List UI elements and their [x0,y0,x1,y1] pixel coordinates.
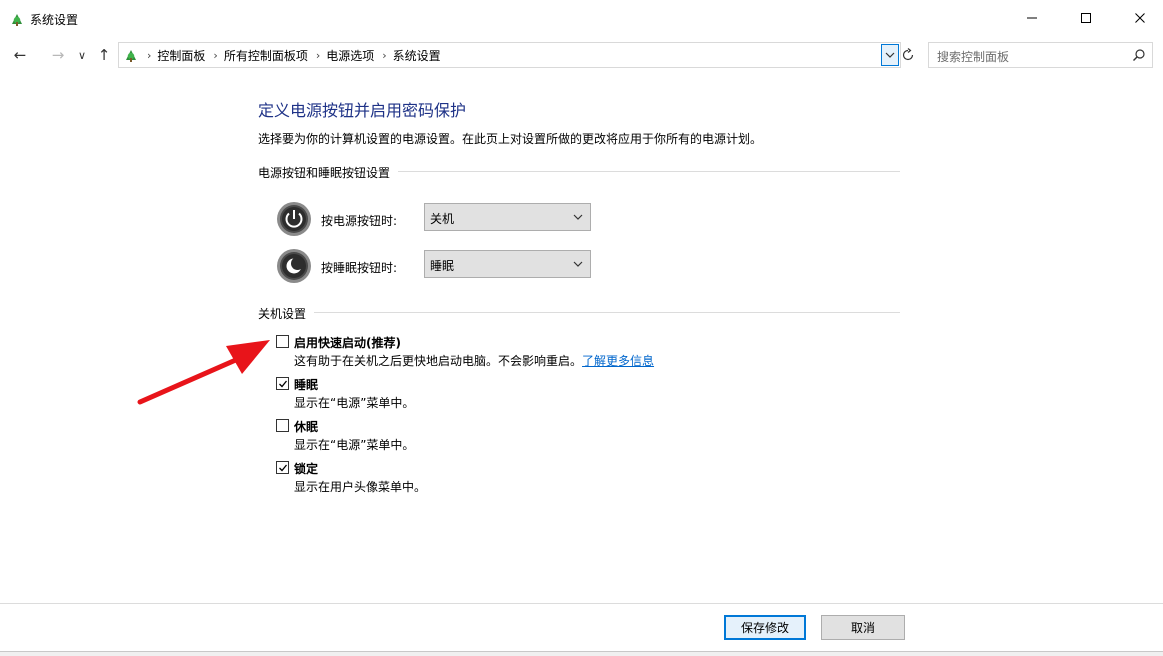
chevron-down-icon: ∨ [77,48,87,62]
breadcrumb-item-power-options[interactable]: 电源选项 [326,47,374,64]
shutdown-group-title: 关机设置 [258,305,315,322]
minimize-icon [1027,17,1037,19]
power-buttons-group-title: 电源按钮和睡眠按钮设置 [258,164,399,181]
minimize-button[interactable] [1009,0,1055,36]
breadcrumb: › 控制面板 › 所有控制面板项 › 电源选项 › 系统设置 [119,43,441,67]
maximize-icon [1081,13,1091,23]
power-button-action-select[interactable]: 关机 [424,203,591,231]
lock-option-desc: 显示在用户头像菜单中。 [294,480,427,494]
breadcrumb-separator-icon: › [147,48,152,62]
power-button-label: 按电源按钮时: [321,214,398,228]
close-icon [1135,13,1145,23]
control-panel-icon [126,50,136,62]
sleep-button-action-value: 睡眠 [430,259,455,273]
forward-arrow-icon: → [51,46,65,64]
breadcrumb-item-control-panel[interactable]: 控制面板 [157,47,205,64]
sleep-button-action-select[interactable]: 睡眠 [424,250,591,278]
footer-divider [0,603,1163,604]
fast-startup-label: 启用快速启动(推荐) [294,336,401,350]
sleep-checkbox[interactable] [276,377,289,390]
fast-startup-desc: 这有助于在关机之后更快地启动电脑。不会影响重启。了解更多信息 [294,352,654,369]
search-placeholder: 搜索控制面板 [937,50,1010,64]
maximize-button[interactable] [1063,0,1109,36]
up-arrow-icon: ↑ [97,46,111,64]
annotation-arrow-icon [137,340,270,405]
sleep-button-icon [277,249,311,283]
window-title: 系统设置 [30,13,79,27]
cancel-button[interactable]: 取消 [821,615,905,640]
fast-startup-desc-text: 这有助于在关机之后更快地启动电脑。不会影响重启。 [294,354,583,368]
search-icon [1133,49,1145,61]
checkmark-icon [279,380,288,388]
address-bar[interactable]: › 控制面板 › 所有控制面板项 › 电源选项 › 系统设置 [118,42,901,68]
address-dropdown-button[interactable] [881,44,899,66]
learn-more-link[interactable]: 了解更多信息 [582,354,654,368]
forward-button[interactable]: → [48,45,68,65]
recent-locations-button[interactable]: ∨ [72,45,92,65]
group-divider [258,312,900,313]
power-button-action-value: 关机 [430,212,455,226]
chevron-down-icon [573,261,583,267]
checkmark-icon [279,464,288,472]
back-button[interactable]: ← [10,45,30,65]
hibernate-option-desc: 显示在“电源”菜单中。 [294,438,415,452]
search-input[interactable]: 搜索控制面板 [928,42,1153,68]
page-title: 定义电源按钮并启用密码保护 [258,101,467,120]
fast-startup-checkbox[interactable] [276,335,289,348]
breadcrumb-item-all-items[interactable]: 所有控制面板项 [224,47,308,64]
lock-option-label: 锁定 [294,462,319,476]
breadcrumb-item-system-settings[interactable]: 系统设置 [393,47,441,64]
window-bottom-edge [0,651,1163,656]
breadcrumb-separator-icon: › [315,48,321,62]
save-changes-button[interactable]: 保存修改 [724,615,806,640]
page-description: 选择要为你的计算机设置的电源设置。在此页上对设置所做的更改将应用于你所有的电源计… [258,132,763,146]
lock-checkbox[interactable] [276,461,289,474]
refresh-button[interactable] [899,46,917,64]
breadcrumb-separator-icon: › [213,48,218,62]
hibernate-checkbox[interactable] [276,419,289,432]
sleep-option-label: 睡眠 [294,378,319,392]
power-button-icon [277,202,311,236]
refresh-icon [902,48,914,61]
hibernate-option-label: 休眠 [294,420,319,434]
chevron-down-icon [885,52,895,58]
sleep-button-label: 按睡眠按钮时: [321,261,398,275]
close-button[interactable] [1117,0,1163,36]
breadcrumb-separator-icon: › [382,48,387,62]
sleep-option-desc: 显示在“电源”菜单中。 [294,396,415,410]
up-button[interactable]: ↑ [94,45,114,65]
chevron-down-icon [573,214,583,220]
power-options-app-icon [12,14,22,26]
back-arrow-icon: ← [13,46,27,64]
title-bar: 系统设置 [0,0,1163,36]
